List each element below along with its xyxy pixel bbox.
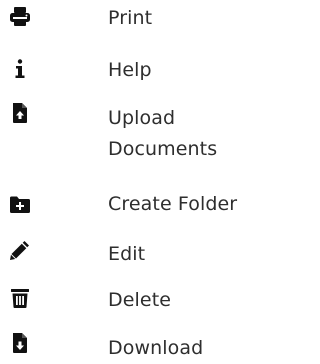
menu-item-label: Create Folder bbox=[108, 193, 238, 215]
menu-item-download[interactable]: Download bbox=[0, 326, 270, 364]
menu-item-upload-documents[interactable]: Upload Documents bbox=[0, 100, 270, 178]
menu-item-label: Upload Documents bbox=[108, 107, 218, 160]
menu-item-delete[interactable]: Delete bbox=[0, 278, 270, 326]
menu-item-help[interactable]: Help bbox=[0, 44, 270, 100]
action-menu: Print Help Upload Documents Create Folde… bbox=[0, 0, 270, 364]
file-download-icon bbox=[9, 332, 31, 354]
folder-plus-icon bbox=[9, 194, 31, 216]
trash-icon bbox=[9, 287, 31, 309]
info-icon bbox=[9, 58, 31, 80]
print-icon bbox=[9, 6, 31, 28]
pencil-icon bbox=[9, 239, 31, 261]
menu-item-edit[interactable]: Edit bbox=[0, 234, 270, 278]
menu-item-label: Edit bbox=[108, 243, 146, 265]
menu-item-label: Delete bbox=[108, 289, 172, 311]
menu-item-label: Download bbox=[108, 337, 204, 359]
menu-item-label: Help bbox=[108, 59, 152, 81]
menu-item-print[interactable]: Print bbox=[0, 0, 270, 44]
menu-item-label: Print bbox=[108, 7, 153, 29]
menu-item-create-folder[interactable]: Create Folder bbox=[0, 178, 270, 234]
file-upload-icon bbox=[9, 102, 31, 124]
